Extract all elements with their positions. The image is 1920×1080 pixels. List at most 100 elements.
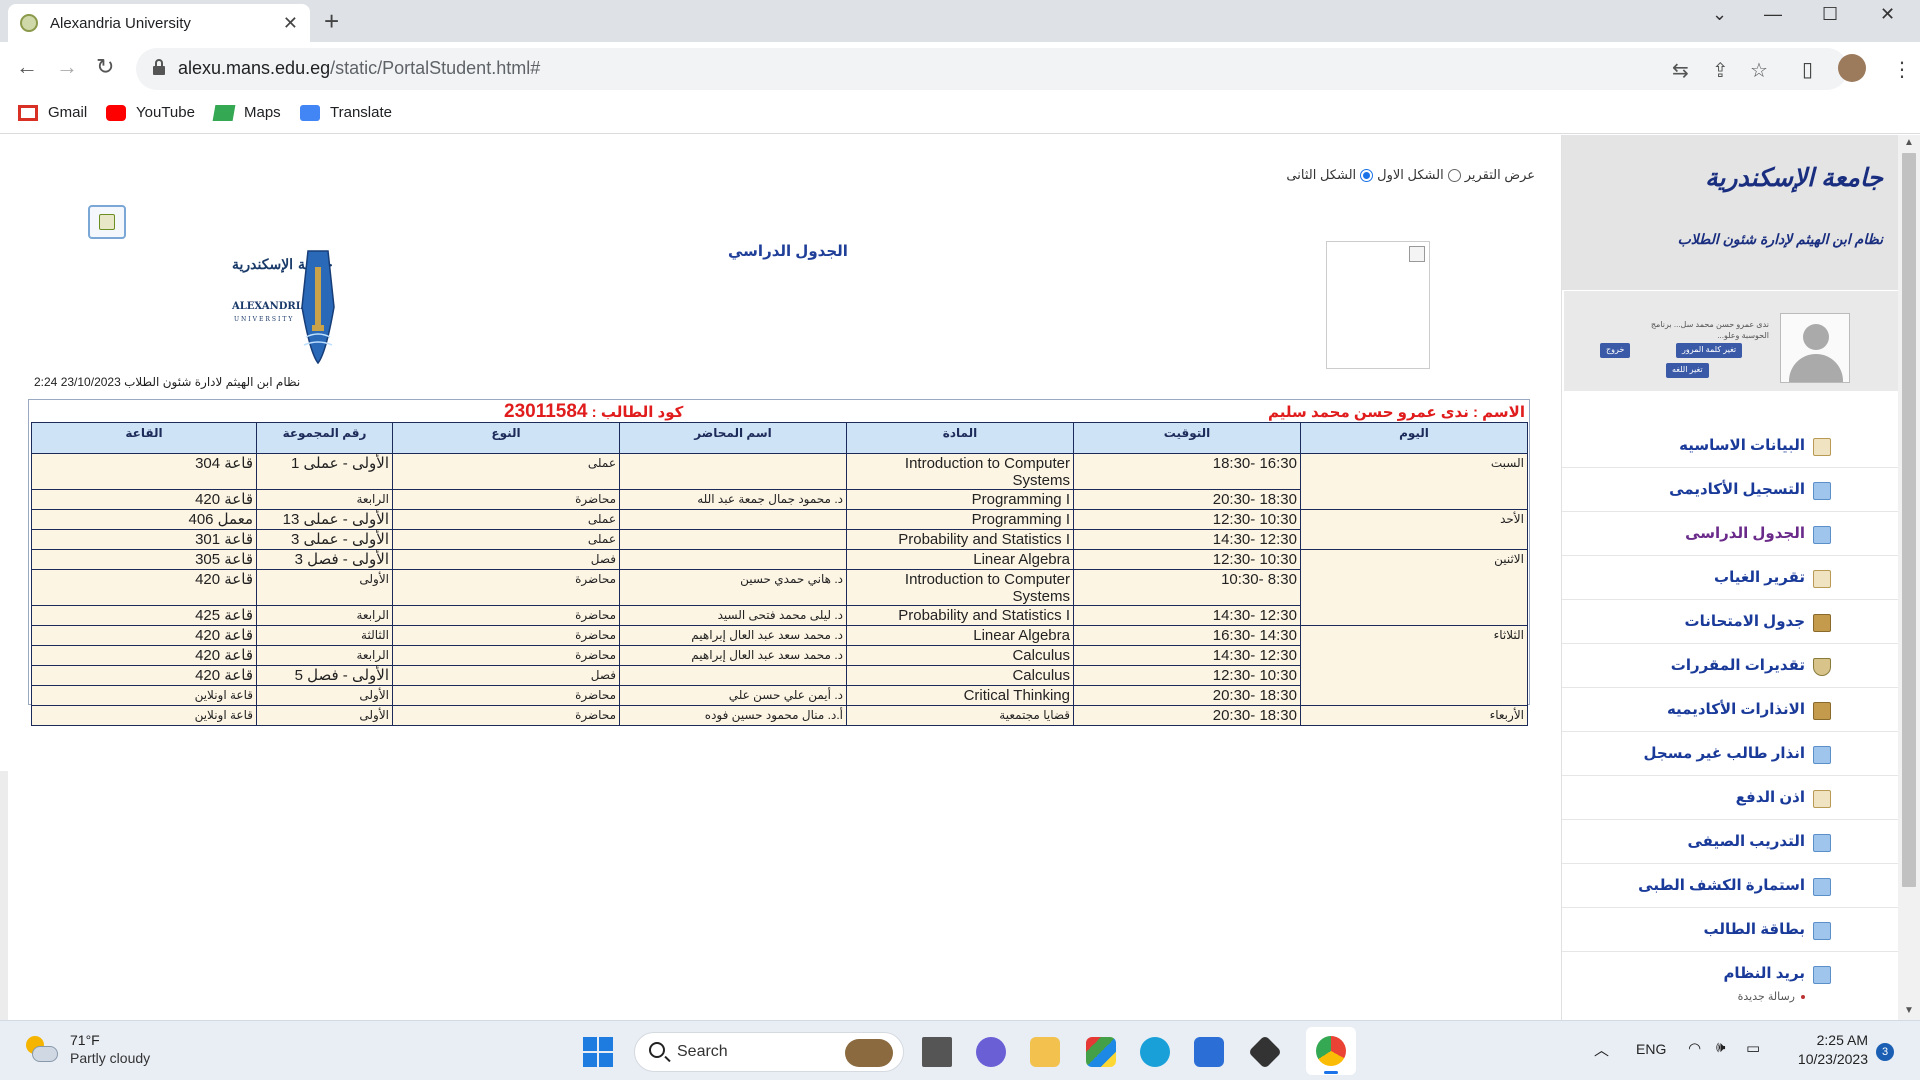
sidebar-item-unregistered-warning[interactable]: انذار طالب غير مسجل [1562, 732, 1899, 776]
radio-first-format[interactable] [1447, 168, 1461, 182]
show-hidden-icons-icon[interactable]: ︿ [1594, 1039, 1609, 1060]
sidebar-item-registration[interactable]: التسجيل الأكاديمى [1562, 468, 1899, 512]
cell-room: قاعة 420 [31, 665, 257, 686]
sidebar-item-grades[interactable]: تقديرات المقررات [1562, 644, 1899, 688]
url-host: alexu.mans.edu.eg [178, 58, 331, 78]
cell-group: الرابعة [256, 605, 393, 626]
paint-app-icon[interactable] [1086, 1037, 1116, 1067]
sidebar-header: جامعة الإسكندرية نظام ابن الهيثم لإدارة … [1562, 135, 1899, 290]
volume-icon[interactable]: 🕪 [1716, 1039, 1725, 1056]
sidebar-item-exams[interactable]: جدول الامتحانات [1562, 600, 1899, 644]
battery-icon[interactable]: ▭ [1746, 1039, 1760, 1057]
window-icon [1813, 922, 1831, 940]
cell-room: قاعة 305 [31, 549, 257, 570]
cell-lecturer: د. محمد سعد عبد العال إبراهيم [619, 625, 847, 646]
cell-group: الأولى - عملى 1 [256, 453, 393, 490]
student-photo [1326, 241, 1430, 369]
schedule-content: عرض التقرير الشكل الاول الشكل الثانى الج… [8, 135, 1560, 775]
sidebar-item-absence[interactable]: تقرير الغياب [1562, 556, 1899, 600]
maps-icon [212, 104, 236, 121]
language-indicator[interactable]: ENG [1636, 1041, 1666, 1057]
side-panel-icon[interactable]: ▯ [1802, 57, 1813, 82]
minimize-icon[interactable]: — [1764, 4, 1782, 25]
bookmark-maps[interactable]: Maps [212, 104, 281, 121]
cell-group: الأولى - فصل 5 [256, 665, 393, 686]
sidebar-item-system-mail[interactable]: بريد النظام رسالة جديدة [1562, 952, 1899, 1003]
taskbar-search[interactable]: Search [634, 1032, 904, 1072]
weather-widget[interactable]: 71°F Partly cloudy [24, 1031, 150, 1067]
sidebar-item-label: بطاقة الطالب [1703, 921, 1806, 938]
back-icon[interactable]: ← [16, 54, 38, 80]
logout-button[interactable]: خروج [1600, 343, 1631, 358]
file-explorer-icon[interactable] [1030, 1037, 1060, 1067]
share-icon[interactable]: ⇪ [1712, 58, 1729, 83]
student-code-value: 23011584 [504, 401, 588, 422]
tab-search-icon[interactable]: ⌄ [1712, 4, 1727, 25]
bookmark-youtube[interactable]: YouTube [106, 104, 195, 121]
sidebar-item-warnings[interactable]: الانذارات الأكاديميه [1562, 688, 1899, 732]
scroll-down-icon[interactable]: ▼ [1904, 1005, 1914, 1016]
close-window-icon[interactable]: ✕ [1880, 4, 1895, 25]
print-button[interactable] [88, 205, 126, 239]
cell-time: 10:30 -12:30 [1073, 665, 1301, 686]
scroll-up-icon[interactable]: ▲ [1904, 137, 1914, 148]
wifi-icon[interactable]: ◠ [1688, 1039, 1701, 1057]
close-tab-icon[interactable]: ✕ [283, 13, 298, 34]
sidebar-item-summer-training[interactable]: التدريب الصيفى [1562, 820, 1899, 864]
notification-badge[interactable]: 3 [1876, 1043, 1894, 1061]
forward-icon[interactable]: → [56, 54, 78, 80]
sidebar-item-payment[interactable]: اذن الدفع [1562, 776, 1899, 820]
cell-course: Probability and Statistics I [846, 605, 1074, 626]
bookmark-star-icon[interactable]: ☆ [1750, 58, 1768, 83]
chrome-taskbar-button[interactable] [1306, 1027, 1356, 1075]
cell-time: 10:30 -12:30 [1073, 549, 1301, 570]
cell-type: محاضرة [392, 569, 620, 606]
system-clock[interactable]: 2:25 AM 10/23/2023 [1786, 1031, 1868, 1069]
sidebar-item-basic-data[interactable]: البيانات الاساسيه [1562, 424, 1899, 468]
scrollbar-thumb[interactable] [1902, 153, 1916, 887]
new-message-link[interactable]: رسالة جديدة [1738, 990, 1795, 1003]
dev-app-icon[interactable] [1248, 1035, 1282, 1069]
teams-chat-icon[interactable] [976, 1037, 1006, 1067]
sidebar-item-schedule[interactable]: الجدول الدراسى [1562, 512, 1899, 556]
start-button[interactable] [583, 1037, 613, 1067]
tab-strip: Alexandria University ✕ + ⌄ — ☐ ✕ [0, 0, 1920, 42]
svg-text:UNIVERSITY: UNIVERSITY [234, 316, 294, 323]
microsoft-store-icon[interactable] [1194, 1037, 1224, 1067]
bookmarks-bar: Gmail YouTube Maps Translate [0, 96, 1920, 134]
cell-type: محاضرة [392, 705, 620, 726]
cell-group: الأولى [256, 705, 393, 726]
edge-browser-icon[interactable] [1140, 1037, 1170, 1067]
translate-page-icon[interactable]: ⇆ [1672, 58, 1689, 83]
maximize-icon[interactable]: ☐ [1822, 4, 1838, 25]
reload-icon[interactable]: ↻ [96, 54, 114, 80]
browser-tab[interactable]: Alexandria University ✕ [8, 4, 310, 42]
cell-lecturer [619, 549, 847, 570]
bookmark-gmail[interactable]: Gmail [18, 104, 87, 121]
bookmark-translate[interactable]: Translate [300, 104, 392, 121]
cell-type: محاضرة [392, 625, 620, 646]
browser-toolbar: ← → ↻ alexu.mans.edu.eg/static/PortalStu… [0, 42, 1920, 96]
change-password-button[interactable]: تغير كلمة المرور [1676, 343, 1743, 358]
task-view-icon[interactable] [922, 1037, 952, 1067]
profile-avatar[interactable] [1838, 54, 1866, 82]
bookmark-label: Translate [330, 104, 392, 121]
page-scrollbar[interactable]: ▲ ▼ [1898, 135, 1920, 1020]
sidebar-item-label: استمارة الكشف الطبى [1638, 877, 1805, 894]
sidebar-item-label: التدريب الصيفى [1687, 833, 1805, 850]
sidebar-item-student-card[interactable]: بطاقة الطالب [1562, 908, 1899, 952]
new-tab-icon[interactable]: + [324, 6, 339, 37]
sidebar-item-medical-form[interactable]: استمارة الكشف الطبى [1562, 864, 1899, 908]
change-language-button[interactable]: تغير اللغه [1666, 363, 1709, 378]
address-bar[interactable]: alexu.mans.edu.eg/static/PortalStudent.h… [136, 48, 1848, 90]
sidebar-item-label: جدول الامتحانات [1684, 613, 1805, 630]
browser-menu-icon[interactable]: ⋮ [1892, 57, 1912, 82]
cell-group: الأولى - عملى 13 [256, 509, 393, 530]
radio-second-format[interactable] [1360, 168, 1374, 182]
cell-time: 18:30 -20:30 [1073, 489, 1301, 510]
cell-time: 18:30 -20:30 [1073, 705, 1301, 726]
portal-page: عرض التقرير الشكل الاول الشكل الثانى الج… [0, 135, 1920, 1020]
cell-time: 8:30 -10:30 [1073, 569, 1301, 606]
cell-time: 18:30 -20:30 [1073, 685, 1301, 706]
new-message-dot [1801, 995, 1805, 999]
